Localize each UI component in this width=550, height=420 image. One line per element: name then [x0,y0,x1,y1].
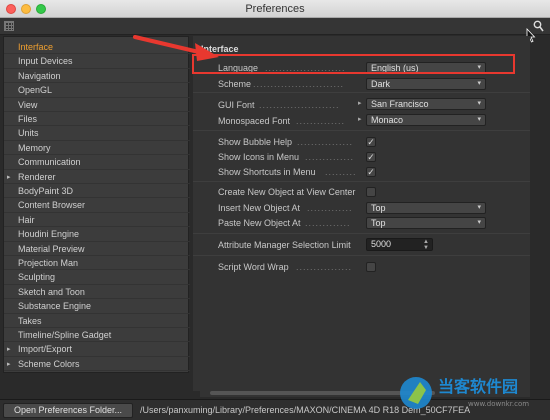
leader-dots: ............. [305,218,351,228]
divider [193,255,530,256]
divider [193,130,530,131]
divider [193,92,530,93]
expand-arrow-icon[interactable]: ▸ [358,99,362,107]
leader-dots: .......................... [253,79,345,89]
sidebar-item-scheme-colors[interactable]: Scheme Colors [18,357,80,371]
chevron-updown-icon: ▾ [477,80,481,87]
sidebar-item-content-browser[interactable]: Content Browser [18,198,85,212]
chevron-updown-icon: ▾ [477,219,481,226]
bubble-help-checkbox[interactable]: ✓ [366,137,376,147]
leader-dots: ................ [297,137,354,147]
gui-font-dropdown[interactable]: San Francisco ▾ [366,98,486,110]
chevron-updown-icon: ▾ [477,100,481,107]
sidebar-item-bodypaint-3d[interactable]: BodyPaint 3D [18,184,73,198]
expand-arrow-icon[interactable]: ▸ [7,360,11,368]
sidebar-item-sketch-and-toon[interactable]: Sketch and Toon [18,285,85,299]
expand-arrow-icon[interactable]: ▸ [7,345,11,353]
check-icon: ✓ [367,152,375,162]
leader-dots: .............. [305,152,355,162]
attr-limit-field[interactable]: 5000 ▲ ▼ [366,238,433,251]
sidebar-item-memory[interactable]: Memory [18,141,51,155]
annotation-arrow-icon [133,35,219,61]
chevron-updown-icon: ▾ [477,204,481,211]
sidebar-item-input-devices[interactable]: Input Devices [18,54,73,68]
preferences-sidebar: Interface Input Devices Navigation OpenGL Vi… [3,36,190,373]
open-preferences-folder-button[interactable]: Open Preferences Folder... [3,403,133,418]
sidebar-item-files[interactable]: Files [18,112,37,126]
scheme-dropdown[interactable]: Dark ▾ [366,78,486,90]
sidebar-item-projection-man[interactable]: Projection Man [18,256,78,270]
icons-menu-label: Show Icons in Menu [218,152,300,162]
toolbar [0,18,550,35]
sidebar-item-import-export[interactable]: Import/Export [18,342,72,356]
insert-at-value: Top [371,203,386,213]
sidebar-item-navigation[interactable]: Navigation [18,69,61,83]
sidebar-item-timeline-spline-gadget[interactable]: Timeline/Spline Gadget [18,328,111,342]
check-icon: ✓ [367,137,375,147]
leader-dots: ............. [307,203,353,213]
sidebar-item-interface[interactable]: Interface [18,40,53,54]
sidebar-item-hair[interactable]: Hair [18,213,35,227]
grid-icon[interactable] [4,21,14,31]
shortcuts-menu-label: Show Shortcuts in Menu [218,167,316,177]
interface-settings-panel: Interface Language .....................… [193,36,530,391]
annotation-highlight-box [192,54,515,74]
sidebar-item-renderer[interactable]: Renderer [18,170,56,184]
check-icon: ✓ [367,167,375,177]
insert-at-label: Insert New Object At [218,203,301,213]
bubble-help-label: Show Bubble Help [218,137,293,147]
create-center-checkbox[interactable] [366,187,376,197]
leader-dots: ................ [296,262,353,272]
chevron-updown-icon: ▾ [477,116,481,123]
sidebar-item-opengl[interactable]: OpenGL [18,83,52,97]
leader-dots: ......... [325,167,357,177]
sidebar-item-units[interactable]: Units [18,126,39,140]
sidebar-item-communication[interactable]: Communication [18,155,81,169]
insert-at-dropdown[interactable]: Top ▾ [366,202,486,214]
sidebar-item-takes[interactable]: Takes [18,314,42,328]
shortcuts-menu-checkbox[interactable]: ✓ [366,167,376,177]
paste-at-value: Top [371,218,386,228]
sidebar-item-material-preview[interactable]: Material Preview [18,242,85,256]
divider [193,233,530,234]
mono-font-dropdown[interactable]: Monaco ▾ [366,114,486,126]
gui-font-label: GUI Font [218,100,255,110]
sidebar-item-substance-engine[interactable]: Substance Engine [18,299,91,313]
window-title: Preferences [245,3,305,15]
sidebar-item-view[interactable]: View [18,98,37,112]
script-wrap-checkbox[interactable] [366,262,376,272]
paste-at-label: Paste New Object At [218,218,301,228]
mono-font-label: Monospaced Font [218,116,291,126]
scheme-value: Dark [371,79,391,89]
mono-font-value: Monaco [371,115,404,125]
expand-arrow-icon[interactable]: ▸ [7,173,11,181]
leader-dots: ....................... [259,100,340,110]
stepper-icon[interactable]: ▲ ▼ [423,239,429,251]
watermark-url: www.downkr.com [468,400,529,408]
attr-limit-value: 5000 [371,239,392,249]
sidebar-item-houdini-engine[interactable]: Houdini Engine [18,227,79,241]
script-wrap-label: Script Word Wrap [218,262,289,272]
sidebar-separator [4,370,190,372]
divider [193,181,530,182]
sidebar-item-sculpting[interactable]: Sculpting [18,270,55,284]
create-center-label: Create New Object at View Center [218,187,356,197]
paste-at-dropdown[interactable]: Top ▾ [366,217,486,229]
title-bar: Preferences [0,0,550,18]
leader-dots: .............. [296,116,346,126]
gui-font-value: San Francisco [371,99,429,109]
scheme-label: Scheme [218,79,252,89]
watermark-text: 当客软件园 [438,377,518,396]
watermark-logo: 当客软件园 www.downkr.com [400,377,529,409]
attr-limit-label: Attribute Manager Selection Limit [218,240,351,250]
icons-menu-checkbox[interactable]: ✓ [366,152,376,162]
expand-arrow-icon[interactable]: ▸ [358,115,362,123]
